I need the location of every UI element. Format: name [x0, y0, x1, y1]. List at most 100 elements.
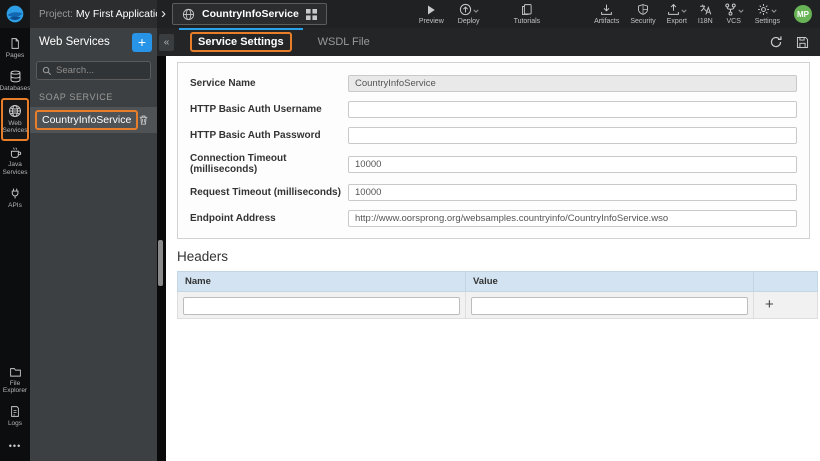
sidebar-item-pages[interactable]: Pages: [0, 32, 30, 65]
header-col-actions: [753, 271, 818, 292]
sidebar-label: Logs: [7, 420, 23, 428]
auth-username-input[interactable]: [348, 101, 797, 118]
service-tab-label: CountryInfoService: [202, 8, 299, 20]
artifacts-button[interactable]: Artifacts: [594, 3, 619, 25]
headers-table-header-row: Name Value: [177, 271, 818, 292]
deploy-button[interactable]: Deploy: [458, 3, 480, 25]
preview-button[interactable]: Preview: [419, 4, 444, 25]
sidebar-item-apis[interactable]: APIs: [0, 182, 30, 215]
scrollbar-thumb[interactable]: [158, 240, 163, 286]
i18n-button[interactable]: I18N: [698, 3, 713, 25]
scrollbar-track[interactable]: [157, 56, 166, 461]
connection-timeout-label: Connection Timeout (milliseconds): [190, 153, 287, 175]
service-search[interactable]: [36, 61, 151, 80]
service-list-item[interactable]: CountryInfoService: [30, 107, 157, 133]
chevron-down-icon: [771, 9, 777, 13]
tabbar-actions: [769, 35, 820, 49]
tutorials-label: Tutorials: [513, 18, 541, 25]
endpoint-address-label: Endpoint Address: [190, 213, 276, 224]
web-services-panel: Web Services + SOAP SERVICE CountryInfoS…: [30, 28, 157, 461]
page-icon: [9, 37, 21, 50]
tab-wsdl-file[interactable]: WSDL File: [305, 28, 383, 56]
left-icon-sidebar: Pages Databases Web Services Java Servic…: [0, 28, 31, 461]
i18n-label: I18N: [697, 18, 713, 25]
trash-icon[interactable]: [138, 114, 149, 126]
preview-label: Preview: [418, 17, 444, 25]
api-plug-icon: [9, 187, 22, 200]
export-button[interactable]: Export: [667, 3, 687, 25]
request-timeout-input[interactable]: [348, 184, 797, 201]
main-area: « Service Settings WSDL File Service Nam…: [157, 28, 820, 461]
tutorials-button[interactable]: Tutorials: [513, 3, 541, 25]
gear-icon: [757, 3, 770, 16]
tab-bar: « Service Settings WSDL File: [157, 28, 820, 56]
sidebar-label: File Explorer: [2, 379, 28, 395]
panel-header: Web Services +: [30, 28, 157, 56]
deploy-label: Deploy: [457, 18, 480, 25]
vcs-branch-icon: [724, 3, 737, 16]
auth-password-input[interactable]: [348, 127, 797, 144]
artifacts-label: Artifacts: [594, 18, 620, 25]
save-icon[interactable]: [796, 36, 809, 49]
database-icon: [9, 70, 22, 83]
project-label: Project:: [39, 8, 73, 20]
sidebar-label: Web Services: [2, 119, 28, 135]
export-label: Export: [666, 18, 687, 25]
export-icon: [667, 3, 680, 16]
settings-page: Service Name HTTP Basic Auth Username HT…: [166, 56, 820, 461]
content-area: Service Name HTTP Basic Auth Username HT…: [157, 56, 820, 461]
search-input[interactable]: [56, 65, 145, 76]
security-label: Security: [630, 18, 656, 25]
connection-timeout-input[interactable]: [348, 155, 797, 173]
add-header-row-button[interactable]: +: [759, 296, 774, 313]
tab-service-settings-label: Service Settings: [190, 32, 292, 52]
play-icon: [425, 4, 437, 16]
sidebar-label: APIs: [8, 201, 22, 209]
refresh-icon[interactable]: [769, 35, 783, 49]
sidebar-item-file-explorer[interactable]: File Explorer: [0, 361, 30, 401]
chevron-down-icon: [681, 9, 687, 13]
form-row-connection-timeout: Connection Timeout (milliseconds): [190, 153, 797, 175]
form-row-auth-password: HTTP Basic Auth Password: [190, 127, 797, 144]
header-col-name: Name: [177, 271, 466, 292]
sidebar-label: Java Services: [2, 161, 28, 176]
headers-table: Name Value +: [177, 271, 818, 319]
top-bar: Project: My First Application › CountryI…: [0, 0, 820, 28]
soap-service-section-label: SOAP SERVICE: [39, 92, 113, 102]
vcs-label: VCS: [726, 18, 741, 25]
i18n-language-icon: [699, 3, 712, 16]
user-avatar[interactable]: MP: [794, 5, 812, 23]
chevron-down-icon: [473, 9, 479, 13]
add-service-button[interactable]: +: [132, 32, 152, 52]
sidebar-label: Pages: [5, 52, 25, 59]
vcs-button[interactable]: VCS: [724, 3, 744, 25]
sidebar-more-button[interactable]: •••: [0, 433, 30, 461]
app-window: Project: My First Application › CountryI…: [0, 0, 820, 461]
panel-title: Web Services: [39, 36, 110, 48]
service-settings-form: Service Name HTTP Basic Auth Username HT…: [177, 62, 810, 239]
tutorials-book-icon: [521, 3, 533, 16]
sidebar-label: Databases: [0, 84, 31, 92]
tab-service-settings[interactable]: Service Settings: [177, 28, 305, 56]
service-item-name[interactable]: CountryInfoService: [35, 110, 139, 130]
log-file-icon: [9, 405, 21, 418]
service-name-label: Service Name: [190, 78, 256, 89]
grid-icon[interactable]: [305, 8, 317, 20]
coffee-cup-icon: [9, 146, 22, 159]
open-service-tab[interactable]: CountryInfoService: [172, 3, 327, 25]
sidebar-item-databases[interactable]: Databases: [0, 65, 31, 98]
header-name-input[interactable]: [183, 296, 460, 315]
request-timeout-label: Request Timeout (milliseconds): [190, 187, 341, 198]
sidebar-item-web-services[interactable]: Web Services: [1, 97, 29, 142]
sidebar-item-java-services[interactable]: Java Services: [0, 141, 30, 182]
collapse-panel-button[interactable]: «: [159, 33, 174, 51]
settings-label: Settings: [754, 18, 780, 25]
endpoint-address-input[interactable]: [348, 210, 797, 227]
settings-button[interactable]: Settings: [755, 3, 780, 25]
folder-icon: [9, 366, 22, 378]
header-value-input[interactable]: [471, 296, 748, 315]
sidebar-item-logs[interactable]: Logs: [0, 400, 30, 433]
wavemaker-logo[interactable]: [0, 0, 30, 28]
project-name[interactable]: My First Application: [76, 8, 157, 20]
security-button[interactable]: Security: [630, 3, 656, 25]
